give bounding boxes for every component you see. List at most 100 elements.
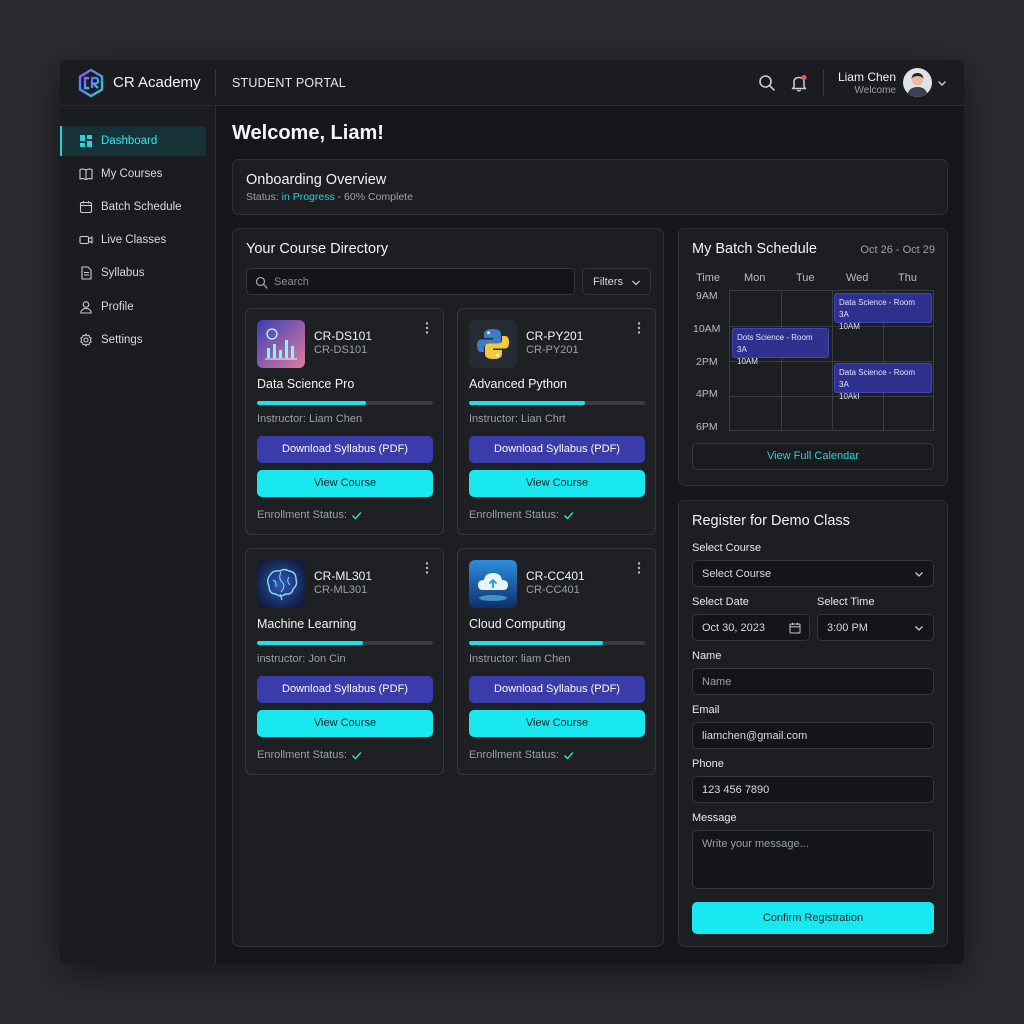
sidebar-item-profile[interactable]: Profile (60, 292, 206, 322)
filters-label: Filters (593, 276, 623, 288)
progress-fill (257, 641, 363, 645)
sidebar-item-syllabus[interactable]: Syllabus (60, 258, 206, 288)
progress-bar (469, 401, 645, 405)
brand-name: CR Academy (113, 74, 201, 91)
course-code-secondary: CR-ML301 (314, 584, 368, 596)
sidebar-item-dashboard[interactable]: Dashboard (60, 126, 206, 156)
course-code: CR-CC401 (526, 569, 585, 583)
cr-academy-logo[interactable] (76, 68, 106, 98)
sidebar-item-settings[interactable]: Settings (60, 325, 206, 355)
chevron-down-icon (915, 572, 923, 577)
portal-title: STUDENT PORTAL (232, 76, 346, 90)
schedule-event[interactable]: Data Science - Room 3A 10AM (834, 293, 932, 331)
name-placeholder: Name (702, 676, 732, 688)
onboarding-status: Status: in Progress - 60% Complete (246, 191, 413, 203)
course-card[interactable]: CR-CC401 CR-CC401 Cloud Computing Instru… (457, 548, 656, 775)
enrollment-status: Enrollment Status: (469, 509, 574, 521)
check-icon (351, 751, 362, 760)
course-thumbnail (469, 560, 517, 608)
course-code-secondary: CR-CC401 (526, 584, 580, 596)
view-course-button[interactable]: View Course (469, 710, 645, 737)
course-card[interactable]: CR-PY201 CR-PY201 Advanced Python Instru… (457, 308, 656, 535)
schedule-date-range: Oct 26 - Oct 29 (860, 244, 935, 256)
course-select[interactable]: Select Course (692, 560, 934, 587)
more-options-icon[interactable] (423, 321, 431, 335)
search-icon[interactable] (757, 73, 777, 93)
message-textarea[interactable]: Write your message... (692, 830, 934, 889)
confirm-registration-button[interactable]: Confirm Registration (692, 902, 934, 934)
course-code: CR-PY201 (526, 329, 584, 343)
sidebar-item-batch-schedule[interactable]: Batch Schedule (60, 192, 206, 222)
sidebar-item-label: Batch Schedule (101, 201, 182, 213)
demo-registration-panel: Register for Demo Class Select Course Se… (678, 500, 948, 947)
event-time: 10AM (839, 322, 860, 331)
download-syllabus-button[interactable]: Download Syllabus (PDF) (469, 436, 645, 463)
brain-thumbnail-icon (257, 560, 305, 608)
email-field[interactable]: liamchen@gmail.com (692, 722, 934, 749)
view-course-button[interactable]: View Course (257, 710, 433, 737)
course-card[interactable]: CR-DS101 CR-DS101 Data Science Pro Instr… (245, 308, 444, 535)
phone-field[interactable]: 123 456 7890 (692, 776, 934, 803)
course-code: CR-DS101 (314, 329, 373, 343)
sidebar-item-label: Profile (101, 301, 134, 313)
avatar[interactable] (903, 68, 932, 97)
course-name: Data Science Pro (257, 377, 355, 391)
time-label: Select Time (817, 596, 875, 608)
calendar-icon[interactable] (789, 622, 801, 634)
time-select[interactable]: 3:00 PM (817, 614, 934, 641)
schedule-event[interactable]: Data Science - Room 3A 10AkI (834, 363, 932, 401)
view-course-button[interactable]: View Course (469, 470, 645, 497)
search-input[interactable]: Search (246, 268, 575, 295)
name-field[interactable]: Name (692, 668, 934, 695)
sidebar-item-label: Dashboard (101, 135, 158, 147)
message-placeholder: Write your message... (702, 838, 809, 850)
sidebar-item-label: Live Classes (101, 234, 167, 246)
instructor-label: Instructor: Lian Chrt (469, 413, 566, 425)
sidebar-item-my-courses[interactable]: My Courses (60, 159, 206, 189)
more-options-icon[interactable] (423, 561, 431, 575)
course-code: CR-ML301 (314, 569, 373, 583)
sidebar-item-label: Syllabus (101, 267, 145, 279)
status-badge: in Progress (281, 191, 335, 203)
sidebar-item-label: My Courses (101, 168, 163, 180)
search-placeholder: Search (274, 276, 309, 288)
sidebar: Dashboard My Courses Batch Schedule Live… (60, 106, 216, 964)
phone-value: 123 456 7890 (702, 784, 770, 796)
onboarding-panel: Onboarding Overview Status: in Progress … (232, 159, 948, 215)
gear-icon (80, 333, 92, 347)
book-icon (79, 168, 93, 181)
event-time: 10AkI (839, 392, 860, 401)
course-thumbnail (469, 320, 517, 368)
course-thumbnail (257, 320, 305, 368)
course-label: Select Course (692, 542, 762, 554)
enrollment-label: Enrollment Status: (469, 749, 559, 761)
event-title: Dots Science - Room 3A (737, 333, 813, 354)
dashboard-icon (80, 135, 92, 147)
filters-button[interactable]: Filters (582, 268, 651, 295)
sidebar-item-live-classes[interactable]: Live Classes (60, 225, 206, 255)
view-course-button[interactable]: View Course (257, 470, 433, 497)
more-options-icon[interactable] (635, 321, 643, 335)
document-icon (81, 266, 92, 280)
download-syllabus-button[interactable]: Download Syllabus (PDF) (469, 676, 645, 703)
day-header: Thu (898, 272, 917, 284)
chevron-down-icon[interactable] (936, 77, 948, 89)
user-subtitle: Welcome (854, 85, 897, 96)
view-full-calendar-button[interactable]: View Full Calendar (692, 443, 934, 470)
calendar-icon (79, 201, 93, 214)
top-bar: CR Academy STUDENT PORTAL Liam Chen Welc… (60, 60, 964, 106)
download-syllabus-button[interactable]: Download Syllabus (PDF) (257, 676, 433, 703)
bell-icon[interactable] (789, 73, 809, 93)
course-card[interactable]: CR-ML301 CR-ML301 Machine Learning instr… (245, 548, 444, 775)
enrollment-status: Enrollment Status: (469, 749, 574, 761)
schedule-event[interactable]: Dots Science - Room 3A 10AM (732, 328, 829, 366)
schedule-grid: Data Science - Room 3A 10AM Dots Science … (729, 290, 934, 431)
date-picker[interactable]: Oct 30, 2023 (692, 614, 810, 641)
search-icon (255, 276, 268, 289)
download-syllabus-button[interactable]: Download Syllabus (PDF) (257, 436, 433, 463)
more-options-icon[interactable] (635, 561, 643, 575)
python-logo-icon (469, 320, 517, 368)
check-icon (351, 511, 362, 520)
message-label: Message (692, 812, 737, 824)
check-icon (563, 751, 574, 760)
